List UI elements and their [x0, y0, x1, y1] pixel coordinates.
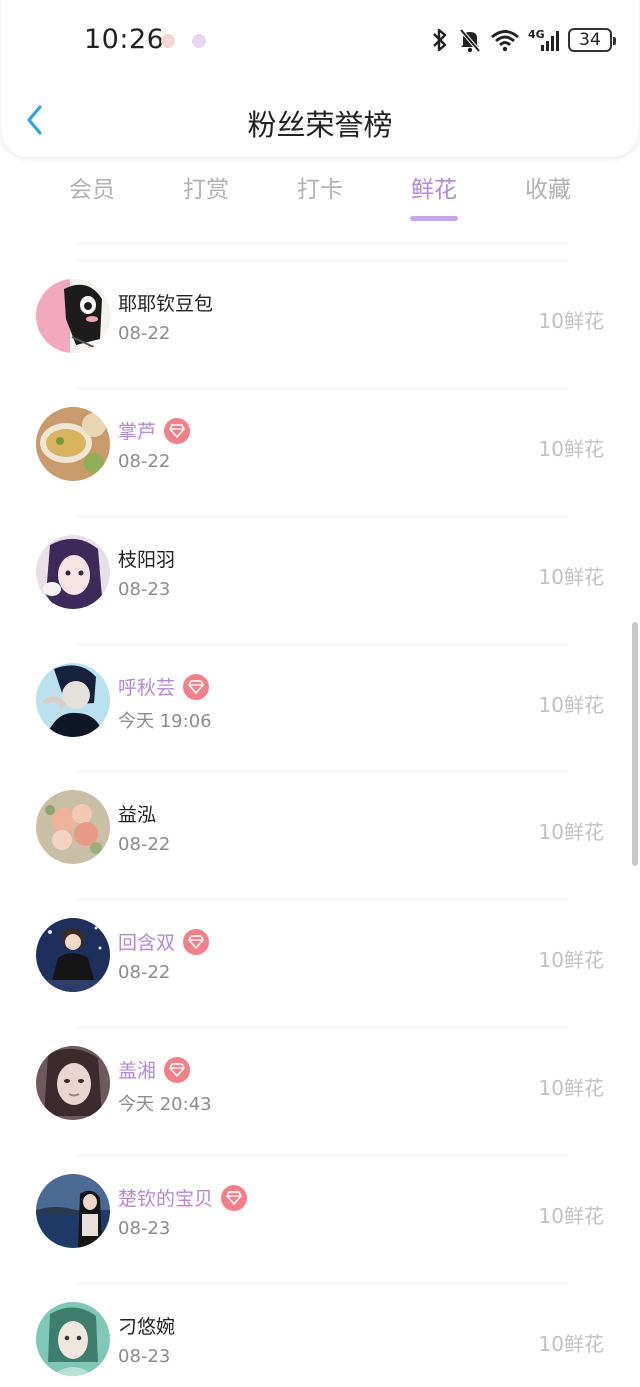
- vip-diamond-badge-icon: [164, 1056, 191, 1083]
- nav-bar: 粉丝荣誉榜: [0, 84, 640, 156]
- vip-diamond-badge-icon: [183, 673, 210, 700]
- battery-indicator: 34: [568, 28, 616, 52]
- avatar: [36, 1046, 110, 1120]
- fan-date: 08-22: [118, 451, 171, 472]
- status-bar: 10:26 4G 34: [0, 0, 640, 84]
- avatar: [36, 1302, 110, 1376]
- status-icons: 4G 34: [430, 27, 616, 53]
- flower-count: 10鲜花: [538, 1204, 604, 1228]
- name-line: 刁悠婉: [118, 1312, 175, 1339]
- flower-count: 10鲜花: [538, 693, 604, 717]
- network-type-label: 4G: [528, 28, 545, 41]
- tab-bar: 会员 打赏 打卡 鲜花 收藏: [0, 170, 640, 226]
- divider: [76, 243, 568, 244]
- fan-name: 盖湘: [118, 1060, 157, 1082]
- flower-count: 10鲜花: [538, 948, 604, 972]
- flower-count: 10鲜花: [538, 820, 604, 844]
- fan-date: 08-23: [118, 1346, 171, 1367]
- fan-date: 08-23: [118, 1218, 171, 1239]
- fan-list-item[interactable]: 耶耶钦豆包 08-22 10鲜花: [0, 261, 640, 389]
- name-line: 盖湘: [118, 1056, 191, 1083]
- fan-name: 掌芦: [118, 421, 157, 443]
- fan-name: 呼秋芸: [118, 677, 176, 699]
- tab-favorites[interactable]: 收藏: [491, 170, 605, 204]
- avatar: [36, 1174, 110, 1248]
- fan-list-item[interactable]: 掌芦 08-22 10鲜花: [0, 389, 640, 517]
- scrollbar[interactable]: [632, 622, 638, 866]
- tab-checkin[interactable]: 打卡: [263, 170, 377, 204]
- name-line: 回含双: [118, 928, 210, 955]
- fan-date: 今天 20:43: [118, 1094, 212, 1115]
- fan-list-item[interactable]: 回含双 08-22 10鲜花: [0, 900, 640, 1028]
- avatar: [36, 279, 110, 353]
- avatar: [36, 790, 110, 864]
- avatar: [36, 918, 110, 992]
- fan-name: 益泓: [118, 804, 157, 826]
- fan-date: 08-22: [118, 834, 171, 855]
- tab-flowers[interactable]: 鲜花: [377, 170, 491, 204]
- vip-diamond-badge-icon: [164, 417, 191, 444]
- name-line: 耶耶钦豆包: [118, 289, 213, 316]
- bluetooth-icon: [433, 28, 447, 52]
- fan-name: 枝阳羽: [118, 549, 176, 571]
- fan-date: 今天 19:06: [118, 711, 212, 732]
- flower-count: 10鲜花: [538, 565, 604, 589]
- flower-count: 10鲜花: [538, 1332, 604, 1356]
- name-line: 掌芦: [118, 417, 191, 444]
- fan-list-item[interactable]: 楚钦的宝贝 08-23 10鲜花: [0, 1156, 640, 1284]
- avatar: [36, 663, 110, 737]
- fan-list-item[interactable]: 呼秋芸 今天 19:06 10鲜花: [0, 645, 640, 773]
- flower-count: 10鲜花: [538, 437, 604, 461]
- wifi-icon: [491, 30, 519, 52]
- fan-date: 08-23: [118, 579, 171, 600]
- avatar: [36, 407, 110, 481]
- fan-list-item[interactable]: 益泓 08-22 10鲜花: [0, 772, 640, 900]
- status-time: 10:26: [84, 24, 165, 55]
- tab-rewards[interactable]: 打赏: [149, 170, 263, 204]
- fan-list-item[interactable]: 枝阳羽 08-23 10鲜花: [0, 517, 640, 645]
- notification-icon: [192, 34, 206, 48]
- name-line: 枝阳羽: [118, 545, 175, 572]
- battery-level: 34: [579, 30, 601, 50]
- fan-name: 楚钦的宝贝: [118, 1188, 214, 1210]
- avatar: [36, 535, 110, 609]
- notification-icon: [161, 34, 175, 48]
- fan-date: 08-22: [118, 962, 171, 983]
- name-line: 益泓: [118, 800, 156, 827]
- vip-diamond-badge-icon: [221, 1184, 248, 1211]
- active-tab-indicator: [410, 216, 458, 221]
- mute-bell-icon: [459, 28, 481, 53]
- fan-list-item[interactable]: 盖湘 今天 20:43 10鲜花: [0, 1028, 640, 1156]
- fan-list-item[interactable]: 刁悠婉 08-23 10鲜花: [0, 1284, 640, 1387]
- fan-name: 刁悠婉: [118, 1316, 176, 1338]
- flower-count: 10鲜花: [538, 309, 604, 333]
- name-line: 呼秋芸: [118, 673, 210, 700]
- tab-members[interactable]: 会员: [35, 170, 149, 204]
- fan-date: 08-22: [118, 323, 171, 344]
- flower-count: 10鲜花: [538, 1076, 604, 1100]
- fan-name: 回含双: [118, 932, 176, 954]
- name-line: 楚钦的宝贝: [118, 1184, 248, 1211]
- fan-name: 耶耶钦豆包: [118, 293, 214, 315]
- signal-icon: 4G: [528, 28, 559, 51]
- page-title: 粉丝荣誉榜: [247, 108, 393, 142]
- vip-diamond-badge-icon: [183, 928, 210, 955]
